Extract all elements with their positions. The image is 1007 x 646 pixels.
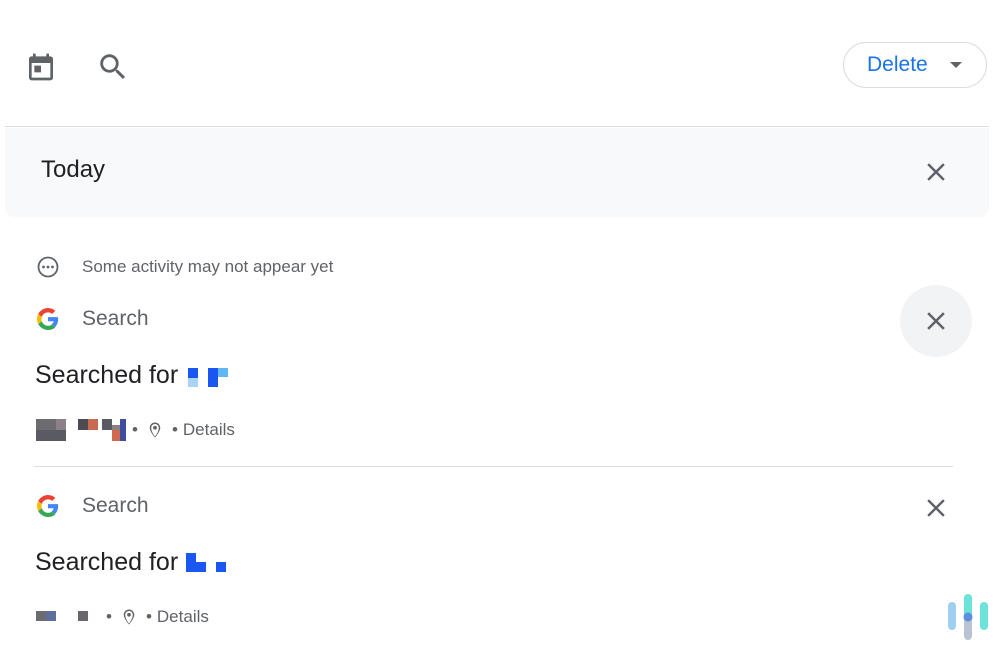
activity-meta: • • Details	[36, 605, 209, 629]
activity-action: Searched for	[35, 548, 179, 576]
search-icon	[100, 54, 126, 80]
search-button[interactable]	[94, 48, 132, 86]
close-day-group-button[interactable]	[914, 150, 958, 194]
close-icon	[927, 499, 945, 517]
location-pin-icon[interactable]	[146, 421, 164, 439]
more-horiz-circle-icon	[37, 256, 59, 278]
redacted-time	[36, 419, 102, 441]
google-g-icon	[35, 306, 61, 332]
meta-separator: •	[132, 420, 138, 439]
calendar-today-icon	[29, 53, 53, 81]
redacted-query	[188, 368, 230, 390]
delete-activity-button[interactable]	[900, 285, 972, 357]
delete-dropdown-button[interactable]: Delete	[843, 42, 987, 88]
close-icon	[927, 312, 945, 330]
meta-separator: •	[106, 607, 112, 626]
redacted-query	[186, 553, 228, 573]
google-g-icon	[35, 493, 61, 519]
details-link[interactable]: Details	[157, 607, 209, 627]
activity-meta: • • Details	[36, 418, 235, 442]
delete-activity-button[interactable]	[914, 486, 958, 530]
toolbar-divider	[5, 126, 989, 127]
watermark-logo	[948, 594, 988, 640]
delete-label: Delete	[867, 53, 928, 76]
activity-notice: Some activity may not appear yet	[82, 257, 334, 276]
redacted-time	[36, 611, 102, 623]
details-link[interactable]: Details	[183, 420, 235, 440]
day-group-header	[5, 128, 989, 217]
activity-title[interactable]: Searched for	[35, 361, 178, 390]
activity-service-label: Search	[82, 494, 149, 517]
activity-action: Searched for	[35, 361, 179, 389]
activity-service-label: Search	[82, 307, 149, 330]
activity-divider	[34, 466, 953, 467]
activity-title[interactable]: Searched for	[35, 548, 178, 577]
calendar-button[interactable]	[22, 48, 60, 86]
redacted-date	[102, 419, 128, 441]
meta-separator: •	[145, 607, 152, 626]
arrow-drop-down-icon	[950, 62, 962, 68]
close-icon	[927, 163, 945, 181]
meta-separator: •	[171, 420, 178, 439]
day-group-title: Today	[41, 156, 106, 183]
location-pin-icon[interactable]	[120, 608, 138, 626]
